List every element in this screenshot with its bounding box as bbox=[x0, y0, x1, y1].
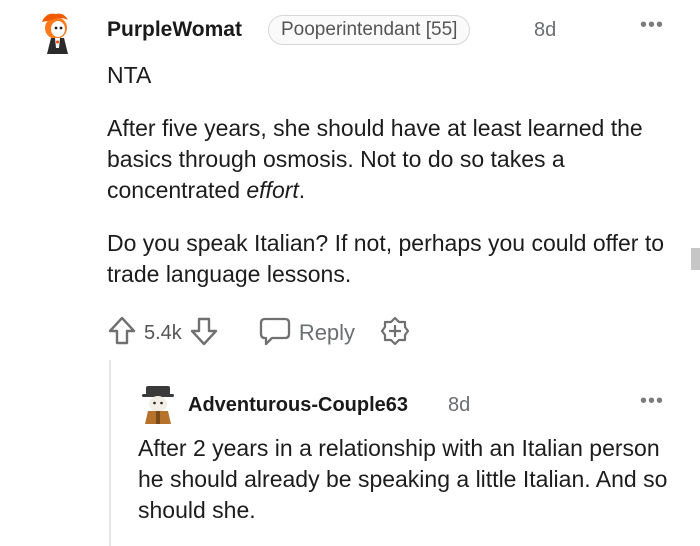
award-plus-icon[interactable] bbox=[380, 316, 410, 351]
reply-label: Reply bbox=[298, 320, 356, 345]
reply-button[interactable]: Reply bbox=[259, 316, 355, 351]
downvote-icon[interactable] bbox=[189, 315, 219, 352]
more-options-icon[interactable]: ••• bbox=[640, 14, 664, 37]
reply-age: 8d bbox=[448, 394, 471, 416]
comment-paragraph: Do you speak Italian? If not, perhaps yo… bbox=[107, 230, 665, 287]
avatar[interactable] bbox=[36, 8, 84, 56]
upvote-icon[interactable] bbox=[107, 315, 137, 352]
emphasis-text: effort bbox=[246, 177, 299, 203]
comment-paragraph: After five years, she should have at lea… bbox=[107, 113, 682, 206]
comment-actions: 5.4k Reply bbox=[107, 315, 410, 351]
more-options-icon[interactable]: ••• bbox=[640, 390, 664, 413]
comment-paragraph: NTA bbox=[107, 62, 152, 88]
thread-line[interactable] bbox=[109, 360, 111, 546]
reply-username[interactable]: Adventurous-Couple63 bbox=[188, 394, 408, 417]
emphasis-suffix: . bbox=[298, 177, 306, 203]
user-flair: Pooperintendant [55] bbox=[268, 15, 471, 45]
comment-username[interactable]: PurpleWomat bbox=[107, 18, 242, 42]
vote-count: 5.4k bbox=[144, 321, 182, 344]
scrollbar-thumb[interactable] bbox=[691, 248, 700, 270]
comment-age: 8d bbox=[534, 19, 557, 41]
comment-body: NTA After five years, she should have at… bbox=[107, 60, 682, 290]
comment-text: After five years, she should have at lea… bbox=[107, 115, 643, 203]
comment-bubble-icon bbox=[259, 316, 291, 351]
avatar[interactable] bbox=[138, 384, 178, 424]
reply-body: After 2 years in a relationship with an … bbox=[138, 435, 668, 523]
